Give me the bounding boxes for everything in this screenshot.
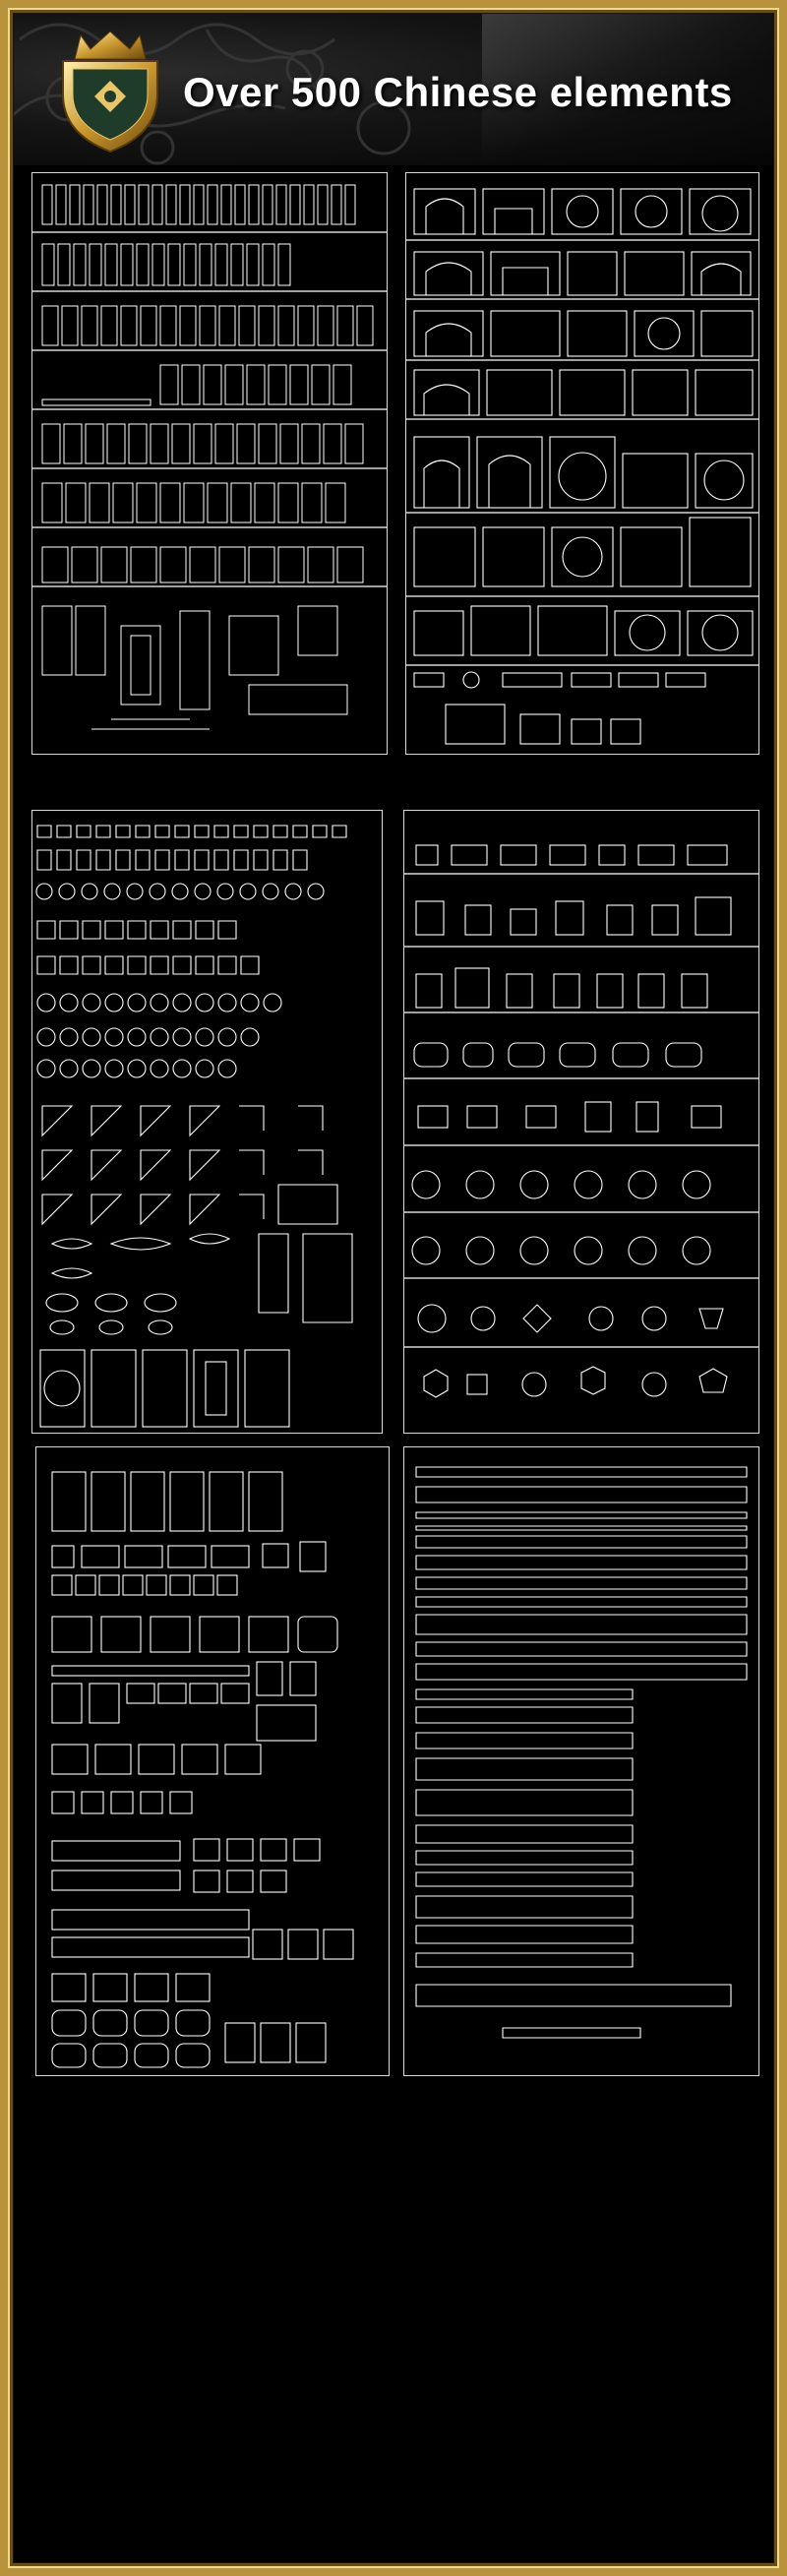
- chinese-lattice-windows-panel: [403, 810, 759, 1434]
- chinese-fret-borders-panel: [403, 1446, 759, 2076]
- page-title: Over 500 Chinese elements: [183, 69, 733, 115]
- ornament-and-bracket-drawings: [35, 825, 353, 1428]
- chinese-carved-panels-panel: [35, 1446, 390, 2076]
- chinese-doors-and-windows-panel: [31, 172, 388, 755]
- door-and-window-drawings: [32, 184, 387, 730]
- chinese-ornaments-panel: [31, 810, 383, 1434]
- carved-panel-drawings: [51, 1471, 354, 2068]
- arch-and-screen-drawings: [406, 188, 758, 745]
- lattice-window-drawings: [404, 844, 758, 1398]
- chinese-arches-and-screens-panel: [405, 172, 759, 755]
- fret-border-drawings: [415, 1466, 748, 2039]
- crown-shield-crest-icon: [62, 31, 158, 153]
